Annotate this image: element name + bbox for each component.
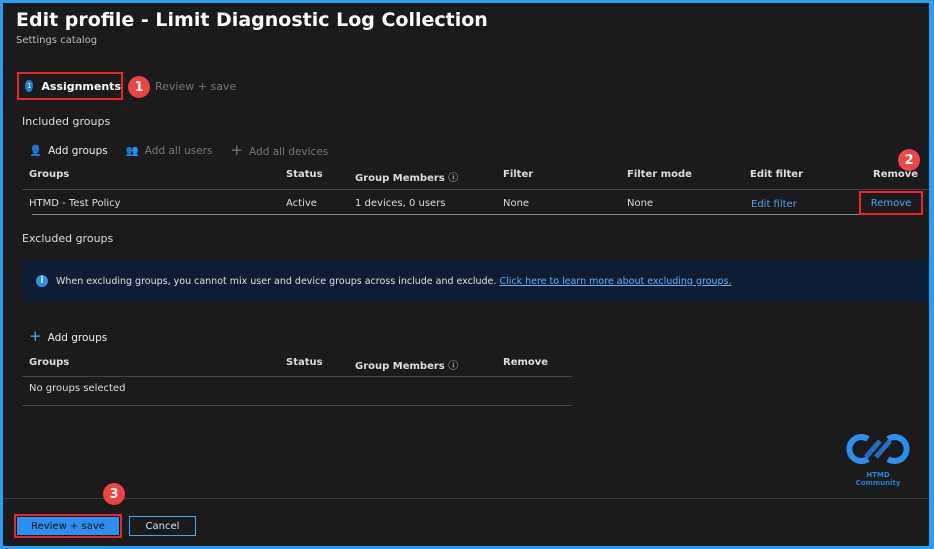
add-groups-button[interactable]: 👤 Add groups <box>29 144 108 157</box>
users-icon: 👥 <box>126 145 139 157</box>
col-groups: Groups <box>29 169 69 180</box>
filter-mode: None <box>627 198 653 209</box>
learn-more-link[interactable]: Click here to learn more about excluding… <box>499 276 731 287</box>
add-all-users-button[interactable]: 👥 Add all users <box>126 144 213 157</box>
filter: None <box>503 198 529 209</box>
info-text: When excluding groups, you cannot mix us… <box>56 276 496 287</box>
edit-profile-page: Edit profile - Limit Diagnostic Log Coll… <box>3 3 929 546</box>
divider <box>22 405 572 406</box>
included-groups-heading: Included groups <box>22 115 110 128</box>
info-banner: i When excluding groups, you cannot mix … <box>22 260 929 302</box>
review-save-button[interactable]: Review + save <box>17 517 119 535</box>
col-groups: Groups <box>29 357 69 368</box>
page-subtitle: Settings catalog <box>16 35 97 46</box>
remove-link[interactable]: Remove <box>859 191 923 215</box>
plus-icon: + <box>29 327 42 345</box>
label: Group Members <box>355 361 445 372</box>
members: 1 devices, 0 users <box>355 198 446 209</box>
page-title: Edit profile - Limit Diagnostic Log Coll… <box>16 9 488 31</box>
col-group-members: Group Members ⓘ <box>355 357 458 372</box>
col-filter: Filter <box>503 169 533 180</box>
review-save-highlight: Review + save <box>14 514 122 538</box>
col-remove: Remove <box>503 357 548 368</box>
status: Active <box>286 198 317 209</box>
info-icon[interactable]: ⓘ <box>448 173 458 184</box>
footer-divider <box>3 498 929 499</box>
add-all-devices-button[interactable]: + Add all devices <box>230 141 328 159</box>
cancel-button[interactable]: Cancel <box>129 516 196 536</box>
label: Add groups <box>48 145 108 157</box>
callout-1: 1 <box>128 76 150 98</box>
col-status: Status <box>286 169 323 180</box>
label: Group Members <box>355 173 445 184</box>
label: Add groups <box>48 332 108 344</box>
callout-3: 3 <box>103 483 125 505</box>
tab-review-save[interactable]: Review + save <box>155 80 236 93</box>
divider <box>22 376 572 377</box>
col-filter-mode: Filter mode <box>627 169 692 180</box>
tab-assignments[interactable]: 1 Assignments <box>17 72 123 100</box>
info-icon[interactable]: ⓘ <box>448 361 458 372</box>
divider <box>22 189 929 190</box>
col-edit-filter: Edit filter <box>750 169 803 180</box>
label: Add all devices <box>249 146 328 158</box>
col-remove: Remove <box>873 169 918 180</box>
scrollbar[interactable] <box>32 214 859 215</box>
add-user-icon: 👤 <box>29 145 42 157</box>
empty-message: No groups selected <box>29 383 125 394</box>
col-status: Status <box>286 357 323 368</box>
htmd-logo-icon <box>846 431 910 467</box>
step-label: Assignments <box>41 80 121 93</box>
col-group-members: Group Members ⓘ <box>355 169 458 184</box>
more-options-icon[interactable]: ··· <box>438 11 450 26</box>
label: Add all users <box>145 145 213 157</box>
step-number: 1 <box>25 80 33 92</box>
excluded-groups-heading: Excluded groups <box>22 232 113 245</box>
group-name: HTMD - Test Policy <box>29 198 121 209</box>
edit-filter-link[interactable]: Edit filter <box>751 199 797 210</box>
htmd-logo: HTMD Community <box>843 431 913 487</box>
plus-icon: + <box>230 141 243 159</box>
logo-text: HTMD Community <box>843 471 913 487</box>
callout-2: 2 <box>898 149 920 171</box>
add-groups-excluded-button[interactable]: + Add groups <box>29 327 107 345</box>
info-icon: i <box>36 275 48 287</box>
